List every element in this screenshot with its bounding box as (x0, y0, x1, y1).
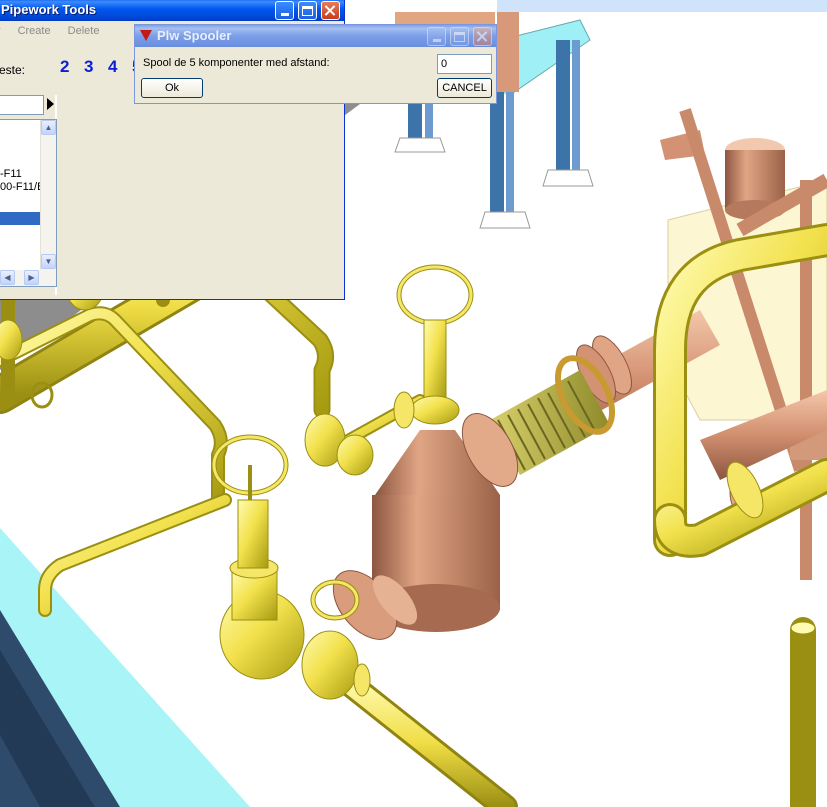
scroll-right-button[interactable]: ▶ (24, 270, 39, 285)
list-vertical-scrollbar[interactable]: ▲ ▼ (40, 120, 56, 270)
pipework-label: este: (0, 63, 26, 77)
spooler-app-icon (140, 30, 152, 41)
ok-button[interactable]: Ok (141, 78, 203, 98)
close-icon (477, 31, 488, 42)
list-item[interactable]: 00-F11/B (0, 181, 44, 194)
spooler-close-button[interactable] (473, 27, 492, 46)
number-button-3[interactable]: 3 (84, 57, 93, 77)
spooler-dialog[interactable]: Plw Spooler Spool de 5 komponenter med a… (134, 24, 497, 104)
menu-item-delete[interactable]: Delete (68, 25, 100, 37)
minimize-button[interactable] (275, 1, 294, 20)
spooler-maximize-button[interactable] (450, 27, 469, 46)
top-band (497, 0, 827, 12)
scroll-up-button[interactable]: ▲ (41, 120, 56, 135)
scroll-down-button[interactable]: ▼ (41, 254, 56, 269)
maximize-icon (302, 5, 313, 16)
cancel-button[interactable]: CANCEL (437, 78, 492, 98)
close-icon (325, 5, 336, 16)
number-button-2[interactable]: 2 (60, 57, 69, 77)
number-button-4[interactable]: 4 (108, 57, 117, 77)
component-panel: -F11 00-F11/B ▲ ▼ ◀ ▶ (0, 95, 57, 295)
pipework-tools-title: Pipework Tools (1, 2, 97, 17)
minimize-icon (280, 13, 289, 16)
component-combobox[interactable] (0, 95, 44, 115)
component-list[interactable]: -F11 00-F11/B ▲ ▼ ◀ ▶ (0, 119, 57, 287)
scroll-left-button[interactable]: ◀ (0, 270, 15, 285)
distance-input[interactable] (437, 54, 492, 74)
combo-arrow-icon[interactable] (47, 98, 54, 110)
spooler-minimize-button[interactable] (427, 27, 446, 46)
list-item[interactable]: -F11 (0, 168, 22, 181)
menu-item-create[interactable]: Create (18, 25, 51, 37)
maximize-button[interactable] (298, 1, 317, 20)
minimize-icon (432, 39, 441, 42)
menu-item-edit[interactable]: y (0, 25, 1, 37)
spooler-prompt: Spool de 5 komponenter med afstand: (143, 57, 330, 69)
maximize-icon (454, 31, 465, 42)
close-button[interactable] (321, 1, 340, 20)
list-horizontal-scrollbar[interactable]: ◀ ▶ (0, 270, 56, 286)
spooler-title: Plw Spooler (157, 28, 232, 43)
list-item-selected[interactable] (0, 212, 40, 225)
